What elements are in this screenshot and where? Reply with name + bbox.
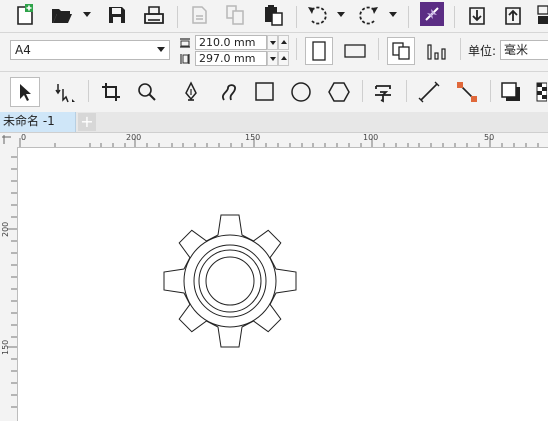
shape-tool-icon[interactable] <box>50 77 80 107</box>
toolbar-separator <box>362 80 363 102</box>
toolbar-separator <box>88 80 89 102</box>
polygon-tool-icon[interactable] <box>324 77 354 107</box>
undo-dropdown-icon[interactable] <box>336 8 346 22</box>
ruler-label: 100 <box>363 133 379 142</box>
drawing-canvas[interactable] <box>18 148 548 421</box>
toolbar-separator <box>408 6 409 28</box>
cut-icon[interactable] <box>186 2 212 28</box>
toolbar-separator <box>296 6 297 28</box>
ruler-label: 200 <box>126 133 142 142</box>
open-dropdown-icon[interactable] <box>82 8 92 22</box>
vertical-ruler[interactable]: 200 150 <box>0 147 18 421</box>
zoom-tool-icon[interactable] <box>132 77 162 107</box>
chevron-down-icon <box>157 47 165 52</box>
open-icon[interactable] <box>48 2 76 28</box>
width-decrement-button[interactable] <box>267 35 278 50</box>
drop-shadow-icon[interactable] <box>496 77 526 107</box>
page-size-select[interactable]: A4 <box>10 40 170 60</box>
page-size-value: A4 <box>15 43 31 57</box>
search-content-icon[interactable] <box>420 2 444 26</box>
redo-dropdown-icon[interactable] <box>388 8 398 22</box>
units-label: 单位: <box>468 44 497 58</box>
toolbar-separator <box>490 80 491 102</box>
pen-tool-icon[interactable] <box>176 77 206 107</box>
standard-toolbar <box>0 0 548 33</box>
crop-tool-icon[interactable] <box>96 77 126 107</box>
toolbar-separator <box>406 80 407 102</box>
new-document-icon[interactable] <box>12 2 38 28</box>
publish-pdf-icon[interactable] <box>536 2 548 28</box>
page-width-field[interactable]: 210.0 mm <box>195 35 267 50</box>
toolbar-separator <box>454 6 455 28</box>
add-tab-button[interactable]: + <box>78 113 96 131</box>
horizontal-ruler-ticks <box>19 138 539 147</box>
ruler-origin-icon <box>2 135 11 144</box>
ruler-label: 50 <box>484 133 495 142</box>
units-select[interactable]: 毫米 <box>500 40 548 60</box>
dimension-tool-icon[interactable] <box>414 77 444 107</box>
ellipse-tool-icon[interactable] <box>286 77 316 107</box>
import-icon[interactable] <box>464 2 490 28</box>
transparency-icon[interactable] <box>534 77 548 107</box>
width-increment-button[interactable] <box>278 35 289 50</box>
undo-icon[interactable] <box>304 2 330 28</box>
toolbar-separator <box>177 6 178 28</box>
page-height-field[interactable]: 297.0 mm <box>195 51 267 66</box>
page-width-icon <box>178 36 192 50</box>
toolbar-separator <box>378 38 379 60</box>
gear-drawing[interactable] <box>18 148 548 421</box>
toolbar-separator <box>296 38 297 60</box>
horizontal-ruler[interactable]: 0 200 150 100 50 <box>17 133 548 148</box>
height-decrement-button[interactable] <box>267 51 278 66</box>
connector-tool-icon[interactable] <box>452 77 482 107</box>
current-page-icon[interactable] <box>423 37 451 65</box>
artistic-media-icon[interactable] <box>214 77 244 107</box>
export-icon[interactable] <box>500 2 526 28</box>
landscape-icon[interactable] <box>341 37 369 65</box>
text-tool-icon[interactable] <box>368 77 398 107</box>
paste-icon[interactable] <box>260 2 286 28</box>
page-height-icon <box>178 52 192 66</box>
pick-tool-icon[interactable] <box>10 77 40 107</box>
print-icon[interactable] <box>141 2 167 28</box>
ruler-label: 150 <box>1 339 10 355</box>
copy-icon[interactable] <box>222 2 248 28</box>
portrait-icon[interactable] <box>305 37 333 65</box>
toolbar-separator <box>460 38 461 60</box>
rectangle-tool-icon[interactable] <box>250 77 280 107</box>
ruler-label: 200 <box>1 221 10 237</box>
height-increment-button[interactable] <box>278 51 289 66</box>
ruler-label: 150 <box>245 133 261 142</box>
save-icon[interactable] <box>104 2 130 28</box>
all-pages-icon[interactable] <box>387 37 415 65</box>
vertical-ruler-ticks <box>7 156 17 408</box>
ruler-label: 0 <box>21 133 27 142</box>
redo-icon[interactable] <box>356 2 382 28</box>
ruler-origin[interactable] <box>0 133 18 148</box>
document-tab[interactable]: 未命名 -1 <box>0 112 76 132</box>
